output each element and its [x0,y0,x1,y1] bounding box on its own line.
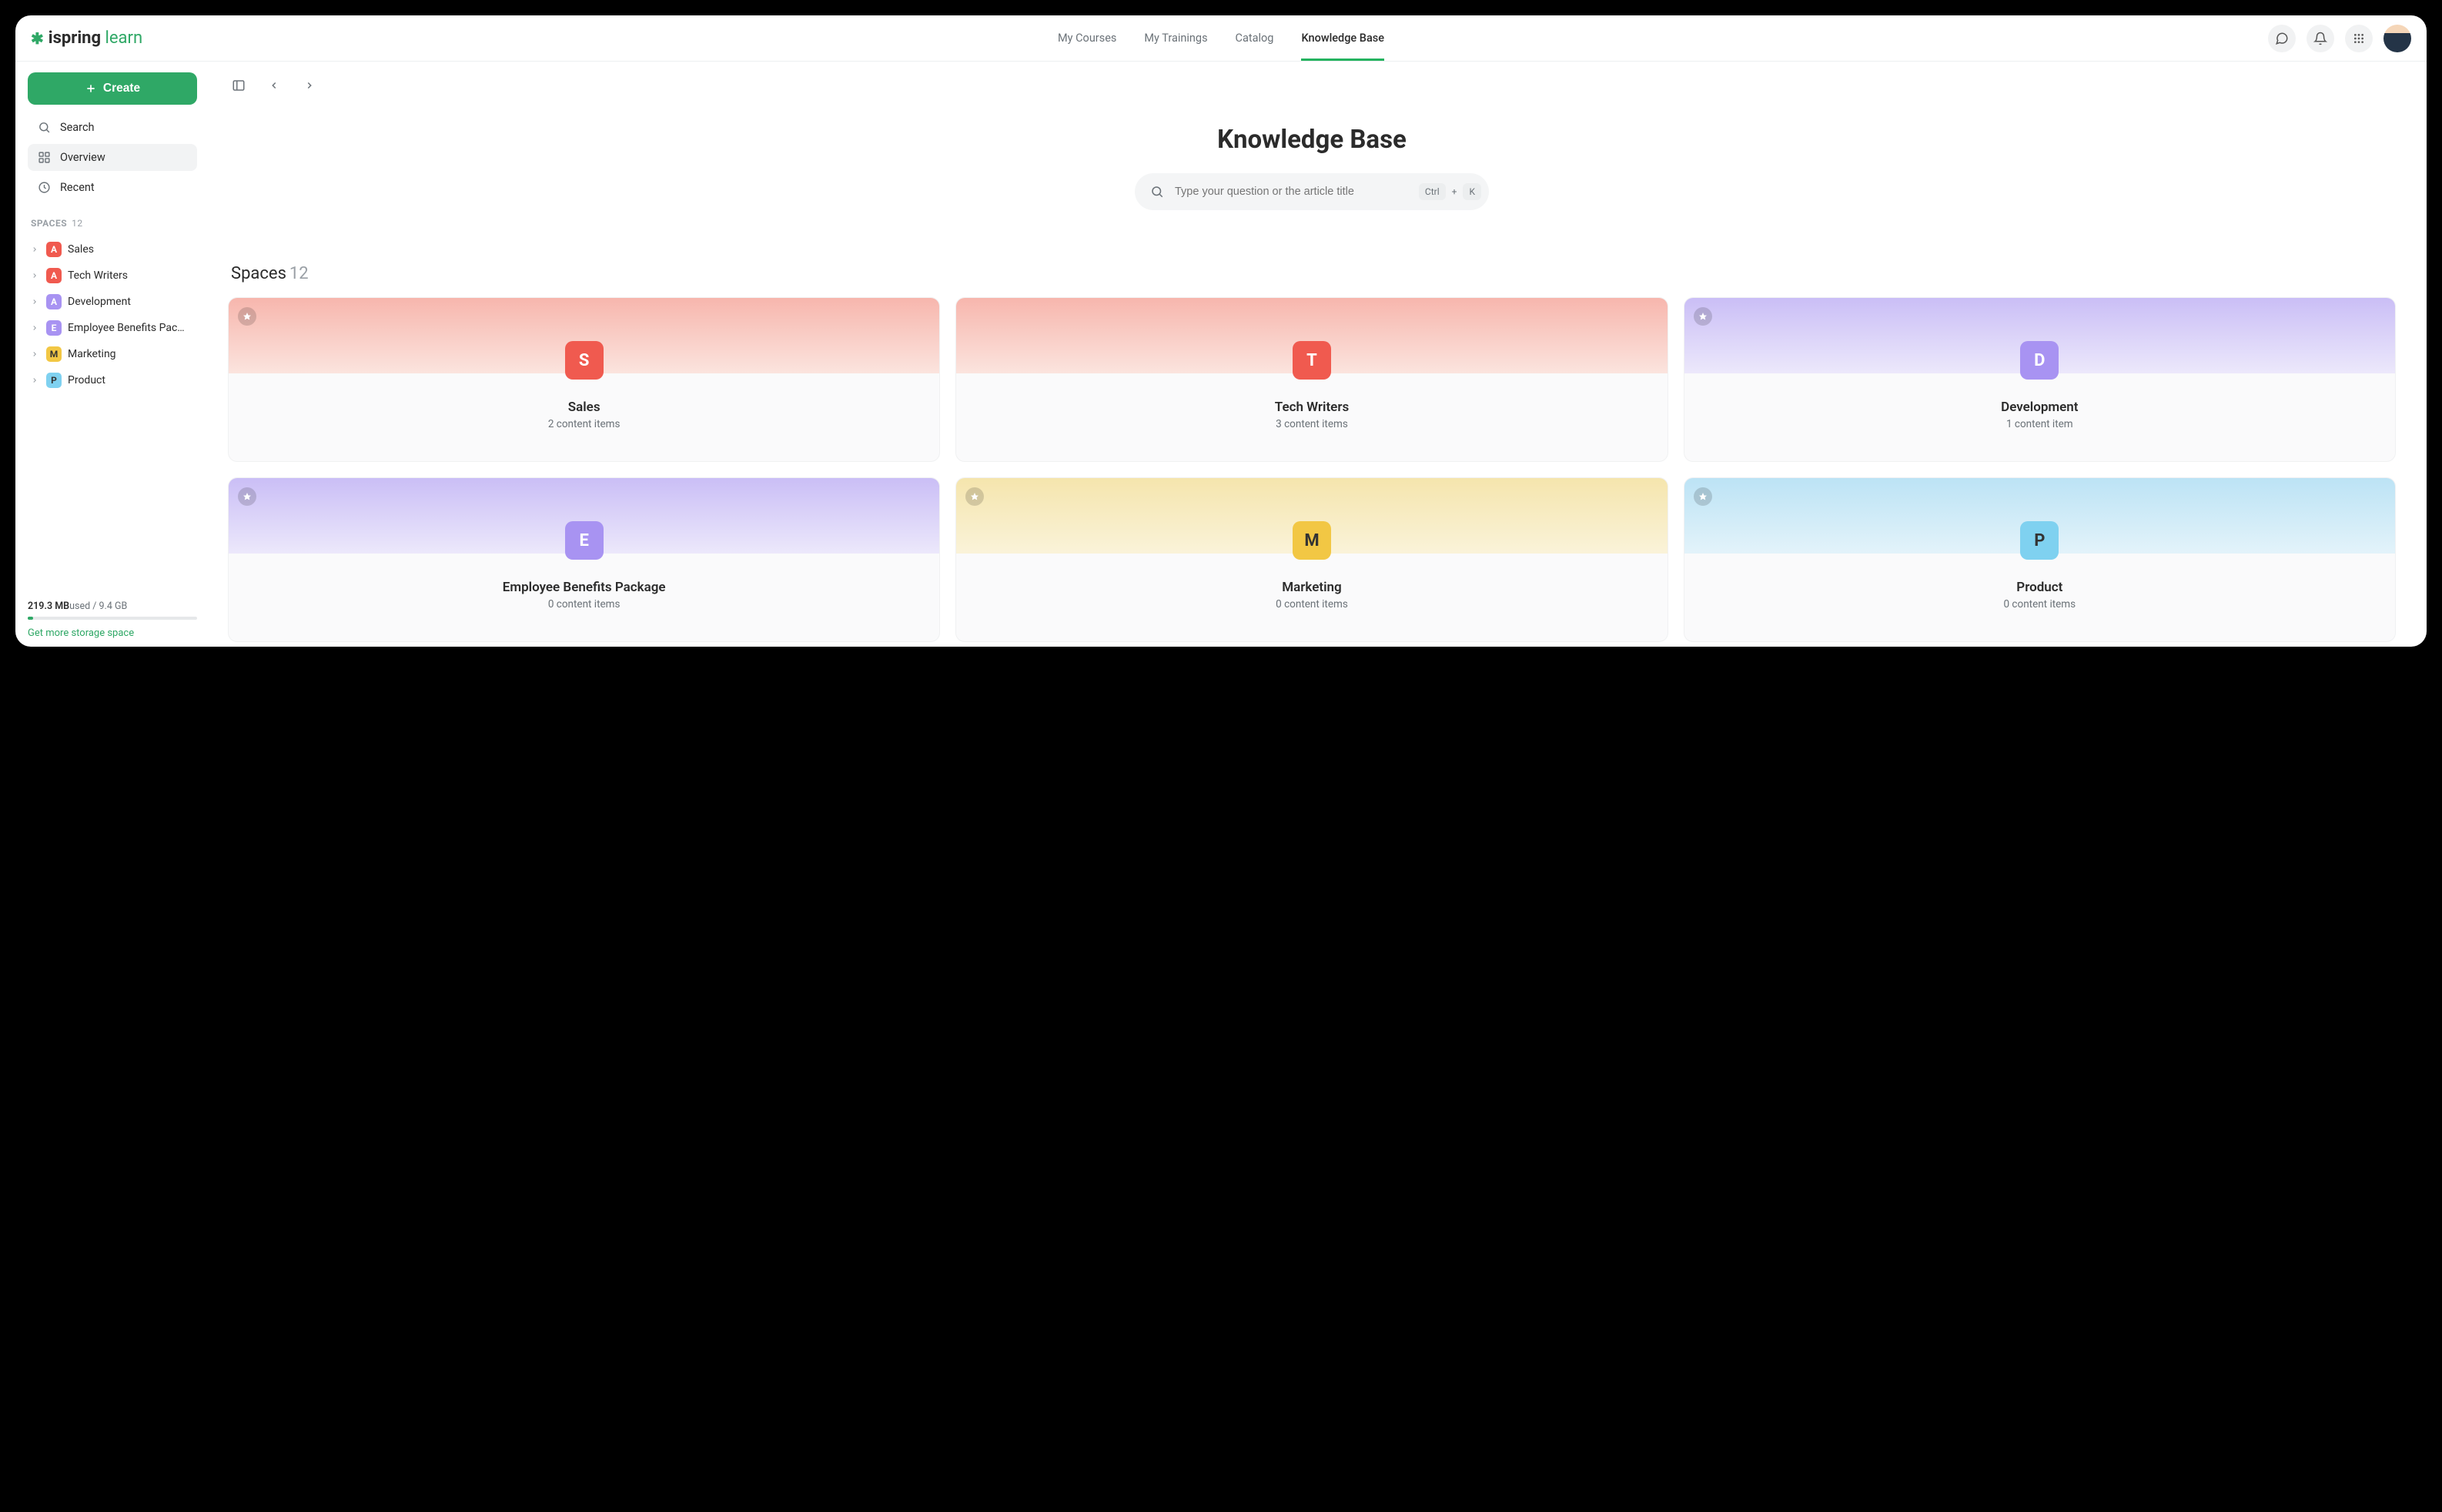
brand-name-bold: ispring [49,28,101,48]
space-label: Employee Benefits Pac… [68,322,185,334]
nav-my-courses[interactable]: My Courses [1058,16,1116,61]
spaces-header: SPACES12 [31,218,194,229]
space-label: Development [68,296,131,308]
storage-bar [28,617,197,620]
storage-used: 219.3 MB [28,600,69,612]
create-button[interactable]: Create [28,72,197,105]
chevron-right-icon [31,324,40,332]
chat-icon[interactable] [2268,25,2296,52]
content: Knowledge Base Ctrl+K Spaces12 S Sales 2 [206,62,2427,647]
search-icon [37,121,51,134]
storage-link[interactable]: Get more storage space [28,627,134,639]
brand-name-light: learn [105,28,143,48]
space-tile: P [2020,521,2059,560]
space-card[interactable]: E Employee Benefits Package 0 content it… [228,477,940,642]
space-card[interactable]: P Product 0 content items [1684,477,2396,642]
space-card[interactable]: T Tech Writers 3 content items [955,297,1668,462]
space-letter-badge: A [46,242,62,257]
page-title: Knowledge Base [228,125,2396,155]
space-card-title: Sales [241,400,927,415]
space-label: Product [68,374,105,386]
space-label: Tech Writers [68,269,128,282]
space-tile: S [565,341,604,380]
create-label: Create [103,82,140,95]
star-icon[interactable] [965,487,984,506]
chevron-right-icon [31,298,40,306]
space-card-title: Employee Benefits Package [241,580,927,595]
chevron-right-icon [31,272,40,279]
sidebar-space-item[interactable]: A Development [28,289,197,315]
sidebar-space-item[interactable]: A Tech Writers [28,263,197,289]
space-card-subtitle: 2 content items [241,418,927,430]
space-card-title: Product [1697,580,2383,595]
search-input[interactable] [1175,186,1408,198]
search-shortcut: Ctrl+K [1419,183,1481,200]
storage-meter: 219.3 MBused / 9.4 GB Get more storage s… [28,600,197,639]
space-card[interactable]: S Sales 2 content items [228,297,940,462]
space-card[interactable]: M Marketing 0 content items [955,477,1668,642]
toggle-sidebar-icon[interactable] [228,75,249,96]
nav-catalog[interactable]: Catalog [1236,16,1274,61]
clock-icon [37,181,51,194]
sidebar: Create Search Overview Recent SPACES12 A… [15,62,206,647]
apps-icon[interactable] [2345,25,2373,52]
sidebar-recent[interactable]: Recent [28,174,197,201]
space-letter-badge: A [46,268,62,283]
sidebar-space-item[interactable]: P Product [28,367,197,393]
search-icon [1150,185,1164,199]
star-icon[interactable] [1694,487,1712,506]
avatar[interactable] [2383,25,2411,52]
chevron-right-icon [31,246,40,253]
sidebar-overview-label: Overview [60,151,105,164]
space-letter-badge: A [46,294,62,309]
space-tile: T [1293,341,1331,380]
space-card-subtitle: 0 content items [968,598,1654,610]
star-icon[interactable] [238,307,256,326]
space-label: Sales [68,243,94,256]
brand-logo[interactable]: ✱ ispring learn [31,28,142,48]
sidebar-search[interactable]: Search [28,114,197,141]
space-card-title: Marketing [968,580,1654,595]
space-label: Marketing [68,348,116,360]
space-letter-badge: M [46,346,62,362]
nav-knowledge-base[interactable]: Knowledge Base [1301,16,1384,61]
space-card-subtitle: 0 content items [1697,598,2383,610]
bell-icon[interactable] [2307,25,2334,52]
space-card-subtitle: 1 content item [1697,418,2383,430]
sidebar-overview[interactable]: Overview [28,144,197,171]
search-box[interactable]: Ctrl+K [1135,173,1489,210]
storage-used-label: used [69,600,90,612]
sidebar-recent-label: Recent [60,181,95,194]
nav-back-icon[interactable] [263,75,285,96]
star-icon[interactable] [1694,307,1712,326]
space-tile: E [565,521,604,560]
sidebar-space-item[interactable]: A Sales [28,236,197,263]
space-tile: D [2020,341,2059,380]
chevron-right-icon [31,350,40,358]
space-card-title: Development [1697,400,2383,415]
sidebar-space-item[interactable]: E Employee Benefits Pac… [28,315,197,341]
space-card-title: Tech Writers [968,400,1654,415]
plus-icon [85,82,97,95]
sidebar-search-label: Search [60,121,95,134]
brand-mark-icon: ✱ [31,29,44,48]
space-card[interactable]: D Development 1 content item [1684,297,2396,462]
storage-total: 9.4 GB [99,600,128,612]
top-nav: My Courses My Trainings Catalog Knowledg… [1058,16,1384,61]
chevron-right-icon [31,376,40,384]
topbar-right [2268,25,2411,52]
space-letter-badge: E [46,320,62,336]
space-card-subtitle: 3 content items [968,418,1654,430]
app-window: ✱ ispring learn My Courses My Trainings … [15,15,2427,647]
nav-my-trainings[interactable]: My Trainings [1144,16,1207,61]
star-icon[interactable] [238,487,256,506]
space-card-subtitle: 0 content items [241,598,927,610]
space-tile: M [1293,521,1331,560]
sidebar-space-item[interactable]: M Marketing [28,341,197,367]
overview-icon [37,151,51,164]
topbar: ✱ ispring learn My Courses My Trainings … [15,15,2427,62]
nav-forward-icon[interactable] [299,75,320,96]
space-letter-badge: P [46,373,62,388]
spaces-heading: Spaces12 [231,264,2396,283]
